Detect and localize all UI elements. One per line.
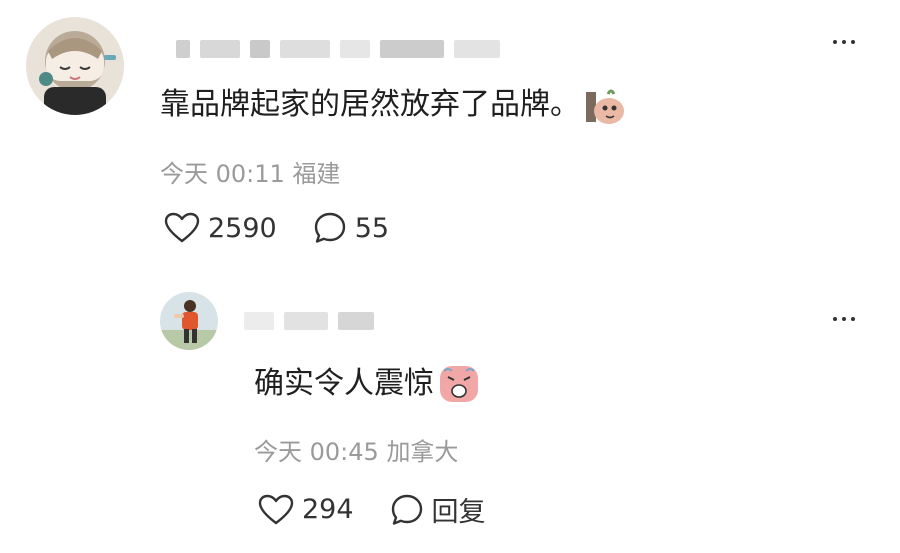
more-dot <box>842 317 846 321</box>
blur-block <box>250 40 270 58</box>
comment-location: 福建 <box>292 160 341 188</box>
like-count: 294 <box>302 494 354 525</box>
blur-block <box>284 312 328 330</box>
avatar-image-icon <box>26 17 124 115</box>
more-dot <box>851 40 855 44</box>
blur-block <box>280 40 330 58</box>
reply-comment-item: 确实令人震惊 今天 00:45 加拿大 294 回复 <box>0 270 900 553</box>
comment-time: 今天 00:11 <box>160 160 285 188</box>
heart-icon <box>258 494 294 524</box>
avatar-image-icon <box>160 292 218 350</box>
comment-text: 确实令人震惊 <box>254 366 434 401</box>
like-button[interactable]: 294 <box>258 494 354 526</box>
more-dot <box>833 40 837 44</box>
like-button[interactable]: 2590 <box>164 212 277 244</box>
avatar[interactable] <box>160 292 218 350</box>
comment-meta: 今天 00:45 加拿大 <box>254 432 458 467</box>
comment-item: 靠品牌起家的居然放弃了品牌。 今天 00:11 福建 2590 55 <box>0 0 900 270</box>
peeking-emoji-icon <box>586 89 624 124</box>
more-dot <box>851 317 855 321</box>
reply-button[interactable]: 回复 <box>390 490 486 529</box>
comment-bubble-icon <box>314 212 345 243</box>
more-dot <box>833 317 837 321</box>
comment-actions: 2590 55 <box>164 211 389 245</box>
heart-icon <box>164 212 200 243</box>
avatar[interactable] <box>26 17 124 115</box>
reply-count: 55 <box>354 212 390 244</box>
username-redacted[interactable] <box>176 36 500 62</box>
blur-block <box>200 40 240 58</box>
blur-block <box>176 40 190 58</box>
comment-meta: 今天 00:11 福建 <box>160 154 340 189</box>
blur-block <box>380 40 444 58</box>
comment-bubble-icon <box>391 494 422 525</box>
reply-label: 回复 <box>431 497 486 528</box>
comment-text-row: 确实令人震惊 <box>254 363 480 405</box>
comment-text-row: 靠品牌起家的居然放弃了品牌。 <box>160 84 626 126</box>
reply-button[interactable]: 55 <box>313 211 389 245</box>
username-redacted[interactable] <box>244 310 374 332</box>
blur-block <box>338 312 374 330</box>
more-options-button[interactable] <box>833 40 855 44</box>
comment-time: 今天 00:45 <box>254 438 379 466</box>
shocked-face-emoji-icon <box>440 366 478 402</box>
more-dot <box>842 40 846 44</box>
blur-block <box>244 312 274 330</box>
comment-actions: 294 回复 <box>258 490 486 529</box>
more-options-button[interactable] <box>833 317 855 321</box>
like-count: 2590 <box>208 212 277 244</box>
blur-block <box>454 40 500 58</box>
comment-location: 加拿大 <box>386 438 459 466</box>
blur-block <box>340 40 370 58</box>
comment-text: 靠品牌起家的居然放弃了品牌。 <box>160 87 580 122</box>
